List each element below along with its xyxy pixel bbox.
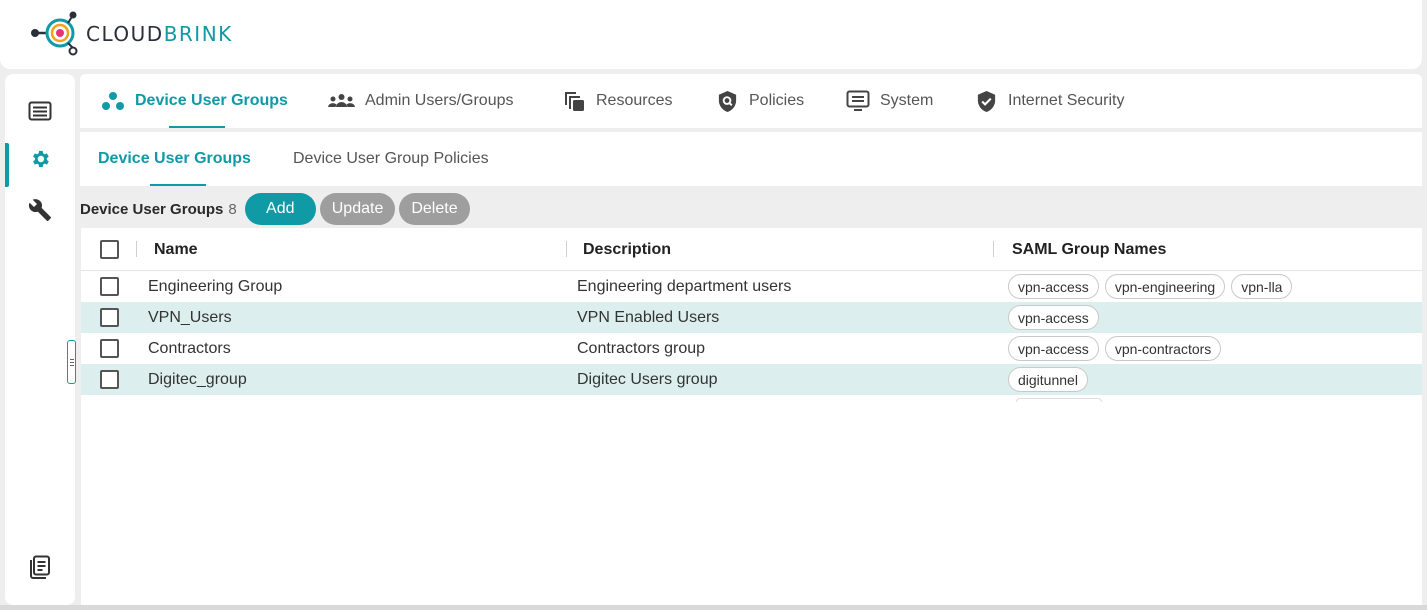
saml-chip[interactable]: vpn-lla xyxy=(1231,274,1293,299)
tab-system[interactable]: System xyxy=(846,74,933,128)
sidebar-item-tools[interactable] xyxy=(5,190,75,230)
saml-chip-list: digitunnel xyxy=(1008,364,1094,395)
saml-chip[interactable]: digitunnel xyxy=(1008,367,1088,392)
row-name: VPN_Users xyxy=(148,308,232,326)
tab-resources[interactable]: Resources xyxy=(563,74,672,128)
table-row[interactable]: VPN_Users VPN Enabled Users vpn-access xyxy=(81,302,1422,333)
device-groups-icon xyxy=(102,92,124,110)
table-row[interactable]: Contractors Contractors group vpn-access… xyxy=(81,333,1422,364)
column-header-saml-group-names[interactable]: SAML Group Names xyxy=(1012,228,1166,271)
row-checkbox[interactable] xyxy=(100,339,119,358)
row-name: Engineering Group xyxy=(148,277,283,295)
shield-search-icon xyxy=(718,90,737,112)
saml-chip[interactable]: vpn-access xyxy=(1008,274,1099,299)
window-bottom-edge xyxy=(0,605,1427,610)
column-header-description[interactable]: Description xyxy=(583,228,671,271)
logo-text: CLOUDBRINK xyxy=(86,22,233,46)
document-icon xyxy=(30,555,50,579)
row-checkbox[interactable] xyxy=(100,308,119,327)
row-description: Contractors group xyxy=(577,339,706,357)
sidebar-item-logs[interactable] xyxy=(5,547,75,587)
tab-policies[interactable]: Policies xyxy=(716,74,804,128)
add-button[interactable]: Add xyxy=(244,193,316,225)
update-button[interactable]: Update xyxy=(319,193,396,225)
group-count: 8 xyxy=(228,200,237,218)
row-name: Digitec_group xyxy=(148,370,247,388)
subtab-device-user-group-policies[interactable]: Device User Group Policies xyxy=(293,132,489,186)
left-sidebar xyxy=(5,74,75,605)
top-bar: CLOUDBRINK xyxy=(0,0,1422,69)
cloudbrink-logo[interactable]: CLOUDBRINK xyxy=(30,11,233,57)
row-description: VPN Enabled Users xyxy=(577,308,720,326)
shield-check-icon xyxy=(977,90,996,112)
list-icon xyxy=(28,101,52,121)
saml-chip-list: vpn-access vpn-engineering vpn-lla xyxy=(1008,271,1298,302)
saml-chip-list: vpn-access xyxy=(1008,302,1105,333)
tab-device-user-groups[interactable]: Device User Groups xyxy=(101,74,288,128)
saml-chip[interactable]: vpn-contractors xyxy=(1104,336,1222,361)
system-monitor-icon xyxy=(846,90,870,111)
delete-button[interactable]: Delete xyxy=(399,193,470,225)
select-all-checkbox[interactable] xyxy=(100,240,119,259)
saml-chip-list: vpn-access vpn-contractors xyxy=(1008,333,1227,364)
sidebar-item-settings[interactable] xyxy=(5,139,75,187)
wrench-icon xyxy=(28,199,51,221)
saml-chip[interactable]: vpn-engineering xyxy=(1104,274,1226,299)
table-row[interactable]: Engineering Group Engineering department… xyxy=(81,271,1422,302)
saml-chip[interactable]: vpn-access xyxy=(1008,305,1099,330)
list-title: Device User Groups xyxy=(80,200,224,218)
tab-admin-users-groups[interactable]: Admin Users/Groups xyxy=(328,74,514,128)
column-header-name[interactable]: Name xyxy=(154,228,198,271)
row-description: Engineering department users xyxy=(577,277,792,295)
action-bar: Device User Groups 8 Add Update Delete xyxy=(80,192,474,226)
row-checkbox[interactable] xyxy=(100,370,119,389)
admin-users-icon xyxy=(328,94,355,107)
column-divider xyxy=(566,241,567,257)
device-user-groups-table: Name Description SAML Group Names Engine… xyxy=(81,228,1422,605)
row-name: Contractors xyxy=(148,339,231,357)
sidebar-item-list[interactable] xyxy=(5,91,75,131)
subtab-device-user-groups[interactable]: Device User Groups xyxy=(98,132,251,186)
gear-icon xyxy=(33,150,49,168)
resources-icon xyxy=(565,91,584,111)
main-tab-bar: Device User Groups Admin Users/Groups Re… xyxy=(80,74,1422,128)
table-row[interactable]: Digitec_group Digitec Users group digitu… xyxy=(81,364,1422,395)
sidebar-resize-handle[interactable] xyxy=(67,340,76,384)
partial-next-row-chip xyxy=(1016,398,1102,402)
logo-mark-icon xyxy=(31,11,78,56)
sub-tab-bar: Device User Groups Device User Group Pol… xyxy=(80,132,1422,186)
table-header: Name Description SAML Group Names xyxy=(81,228,1422,271)
column-divider xyxy=(136,241,137,257)
saml-chip[interactable]: vpn-access xyxy=(1008,336,1099,361)
row-checkbox[interactable] xyxy=(100,277,119,296)
column-divider xyxy=(993,241,994,257)
tab-internet-security[interactable]: Internet Security xyxy=(975,74,1125,128)
row-description: Digitec Users group xyxy=(577,370,718,388)
